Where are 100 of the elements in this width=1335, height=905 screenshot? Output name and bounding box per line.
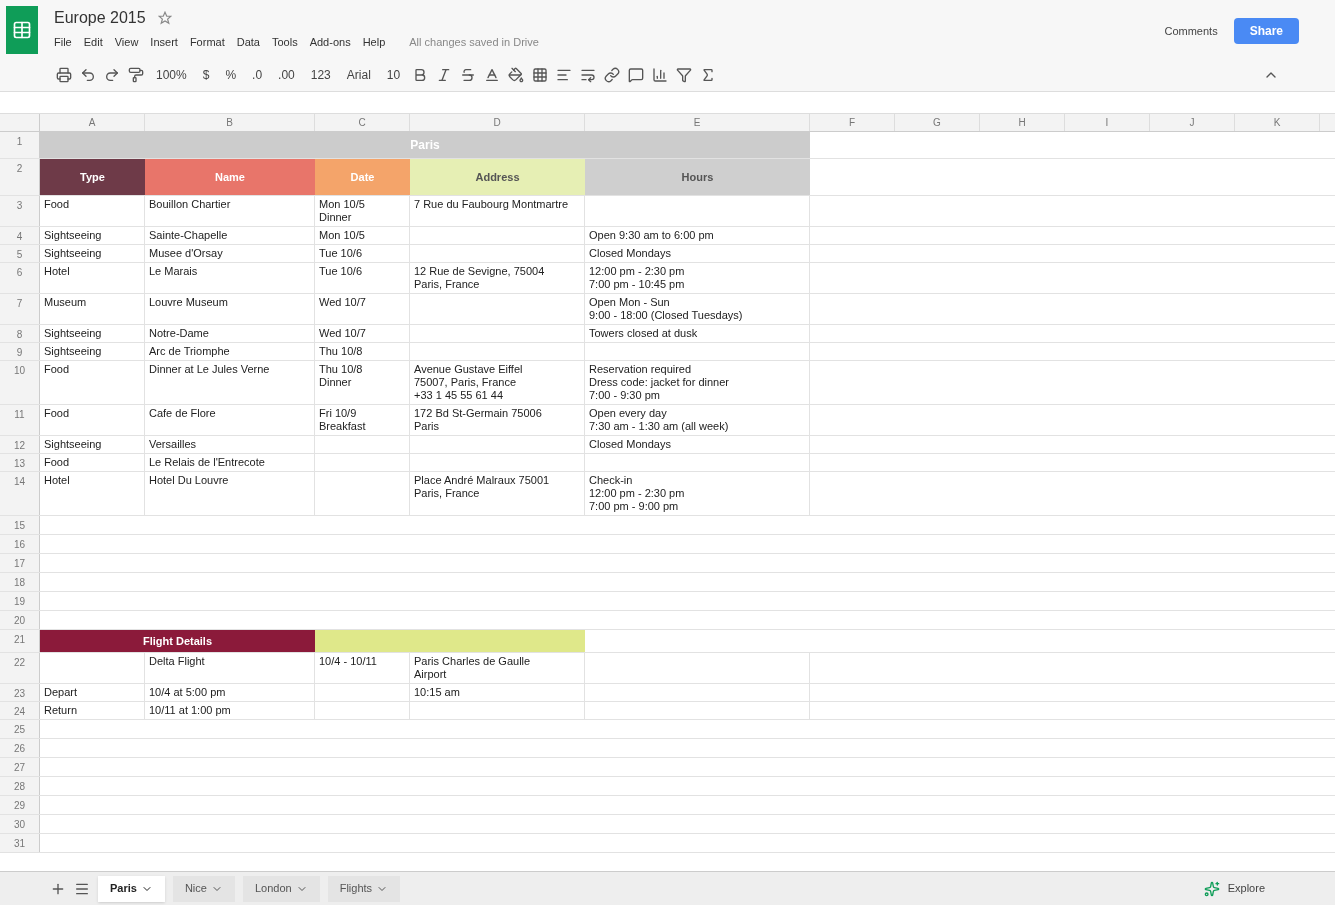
column-letter[interactable]: B: [226, 115, 233, 130]
document-title[interactable]: Europe 2015: [54, 6, 146, 30]
increase-decimals-button[interactable]: .00: [274, 65, 299, 84]
table-cell-text: Arc de Triomphe: [149, 345, 231, 358]
table-cell-text: Food: [44, 456, 71, 469]
decrease-decimals-button[interactable]: .0: [248, 65, 267, 84]
table-cell-text: Tue 10/6: [319, 265, 363, 278]
menu-item[interactable]: View: [114, 34, 139, 51]
menu-item[interactable]: Format: [189, 34, 225, 51]
row-number[interactable]: 3: [16, 196, 23, 213]
table-cell-text: Hotel Du Louvre: [149, 474, 230, 487]
column-header-cell: Address: [410, 159, 585, 195]
table-cell-text: 10/4 at 5:00 pm: [149, 686, 227, 699]
menu-item[interactable]: Help: [362, 34, 386, 51]
table-cell-text: 7 Rue du Faubourg Montmartre: [414, 198, 570, 211]
table-cell-text: Return: [44, 704, 79, 717]
comments-button[interactable]: Comments: [1164, 22, 1218, 40]
menu-item[interactable]: Edit: [83, 34, 103, 51]
row-number[interactable]: 1: [16, 132, 23, 149]
explore-button[interactable]: Explore: [1203, 880, 1265, 897]
row-number[interactable]: 2: [16, 159, 23, 176]
font-size-select[interactable]: 10: [382, 65, 405, 84]
column-header-cell: Hours: [585, 159, 810, 195]
table-cell-text: Versailles: [149, 438, 198, 451]
column-letter[interactable]: J: [1189, 115, 1195, 130]
fill-color-icon[interactable]: [508, 66, 525, 83]
table-cell-text: Tue 10/6: [319, 247, 363, 260]
percent-button[interactable]: %: [221, 65, 241, 84]
sparkle-icon: [1203, 880, 1220, 897]
row-number[interactable]: 5: [16, 245, 23, 262]
table-cell-text: Mon 10/5: [319, 229, 366, 242]
table-cell-text: Thu 10/8: [319, 345, 364, 358]
star-icon[interactable]: [157, 11, 172, 25]
app-logo-icon[interactable]: [6, 6, 38, 54]
table-cell-text: Food: [44, 363, 71, 376]
column-letter[interactable]: I: [1105, 115, 1109, 130]
strikethrough-icon[interactable]: [460, 66, 477, 83]
table-cell-text: Thu 10/8 Dinner: [319, 363, 364, 389]
menu-item[interactable]: Add-ons: [309, 34, 351, 51]
row-number[interactable]: 10: [13, 361, 26, 378]
currency-button[interactable]: $: [198, 65, 214, 84]
text-color-icon[interactable]: [484, 66, 501, 83]
paint-format-icon[interactable]: [128, 66, 144, 83]
font-select[interactable]: Arial: [342, 65, 375, 84]
comment-icon[interactable]: [628, 66, 645, 83]
menu-item[interactable]: Insert: [150, 34, 178, 51]
row-number[interactable]: 14: [13, 472, 26, 489]
zoom-select[interactable]: 100%: [152, 65, 191, 84]
column-letter[interactable]: E: [693, 115, 701, 130]
link-icon[interactable]: [604, 66, 621, 83]
borders-icon[interactable]: [532, 66, 549, 83]
column-letter[interactable]: A: [88, 115, 96, 130]
row-number[interactable]: 7: [16, 294, 23, 311]
table-cell-text: 10/4 - 10/11: [319, 655, 378, 668]
number-format-button[interactable]: 123: [306, 65, 335, 84]
sheet-tab[interactable]: London: [242, 875, 320, 902]
table-cell-text: Wed 10/7: [319, 327, 367, 340]
row-number[interactable]: 8: [16, 325, 23, 342]
menu-item[interactable]: Tools: [271, 34, 298, 51]
filter-icon[interactable]: [676, 66, 693, 83]
share-button[interactable]: Share: [1233, 18, 1299, 44]
table-cell-text: Closed Mondays: [589, 247, 672, 260]
table-cell-text: 10:15 am: [414, 686, 461, 699]
chart-icon[interactable]: [652, 66, 669, 83]
row-number[interactable]: 4: [16, 227, 23, 244]
row-number[interactable]: 22: [13, 653, 26, 670]
table-cell-text: Hotel: [44, 474, 71, 487]
table-cell-text: 12:00 pm - 2:30 pm 7:00 pm - 10:45 pm: [589, 265, 686, 291]
table-cell-text: Notre-Dame: [149, 327, 210, 340]
section-header-cell: Flight Details: [40, 630, 315, 652]
table-cell-text: Paris Charles de Gaulle Airport: [414, 655, 532, 681]
table-cell-text: Dinner at Le Jules Verne: [149, 363, 271, 376]
table-cell-text: Hotel: [44, 265, 71, 278]
sheet-tab[interactable]: Flights: [327, 875, 401, 902]
column-letter[interactable]: F: [848, 115, 856, 130]
row-number[interactable]: 11: [14, 405, 25, 422]
sheet-tab[interactable]: Nice: [172, 875, 235, 902]
redo-icon[interactable]: [104, 66, 120, 83]
row-number[interactable]: 9: [16, 343, 23, 360]
table-cell-text: Mon 10/5 Dinner: [319, 198, 366, 224]
row-number[interactable]: 6: [16, 263, 23, 280]
sheet-tab[interactable]: Paris: [98, 875, 165, 902]
table-cell-text: Sightseeing: [44, 345, 103, 358]
column-letter[interactable]: K: [1273, 115, 1281, 130]
print-icon[interactable]: [56, 66, 72, 83]
table-cell-text: 172 Bd St-Germain 75006 Paris: [414, 407, 543, 433]
undo-icon[interactable]: [80, 66, 96, 83]
save-status: All changes saved in Drive: [409, 35, 539, 50]
column-letter[interactable]: H: [1018, 115, 1026, 130]
table-cell-text: Fri 10/9 Breakfast: [319, 407, 367, 433]
table-cell-text: 10/11 at 1:00 pm: [149, 704, 232, 717]
table-cell-text: Sightseeing: [44, 247, 103, 260]
column-letter[interactable]: C: [358, 115, 366, 130]
table-cell-text: Open every day 7:30 am - 1:30 am (all week): [589, 407, 730, 433]
table-cell-text: 12 Rue de Sevigne, 75004 Paris, France: [414, 265, 546, 291]
column-letter[interactable]: G: [933, 115, 941, 130]
menu-item[interactable]: Data: [236, 34, 260, 51]
table-cell-text: Louvre Museum: [149, 296, 229, 309]
menu-item[interactable]: File: [54, 34, 72, 51]
column-letter[interactable]: D: [493, 115, 501, 130]
